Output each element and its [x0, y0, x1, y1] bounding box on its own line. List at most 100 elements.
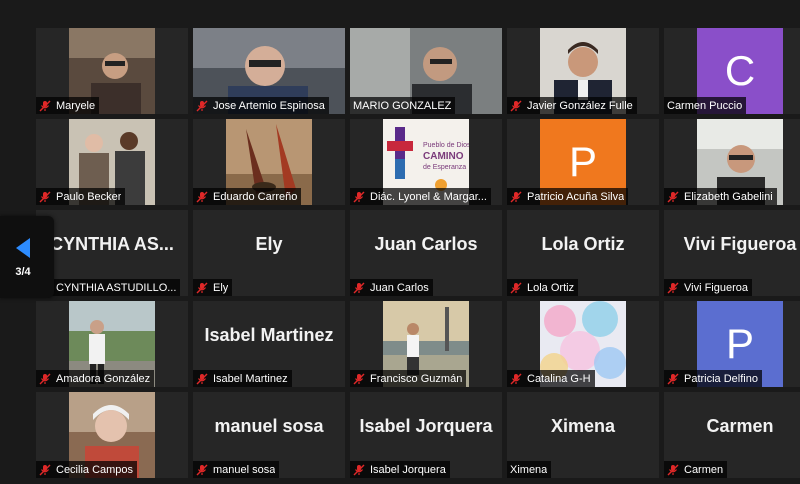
participant-name-bar: MARIO GONZALEZ: [350, 97, 456, 114]
participant-tile-9[interactable]: Elizabeth Gabelini: [664, 119, 800, 205]
mic-muted-icon: [667, 191, 679, 202]
mic-muted-icon: [353, 282, 365, 293]
participant-name-bar: Diác. Lyonel & Margar...: [350, 188, 491, 205]
participant-name: Elizabeth Gabelini: [684, 190, 773, 203]
mic-muted-icon: [667, 282, 679, 293]
participant-name-bar: Isabel Martinez: [193, 370, 292, 387]
participant-tile-4[interactable]: C Carmen Puccio: [664, 28, 800, 114]
mic-muted-icon: [510, 282, 522, 293]
participant-tile-24[interactable]: Carmen Carmen: [664, 392, 800, 478]
participant-tile-1[interactable]: Jose Artemio Espinosa: [193, 28, 345, 114]
participant-name-bar: CYNTHIA ASTUDILLO...: [36, 279, 181, 296]
participant-name: Javier González Fulle: [527, 99, 633, 112]
participant-tile-10[interactable]: CYNTHIA AS... CYNTHIA ASTUDILLO...: [36, 210, 188, 296]
page-indicator: 3/4: [15, 266, 31, 278]
participant-name-bar: Patricia Delfino: [664, 370, 762, 387]
participant-name: Ximena: [510, 463, 548, 476]
arrow-left-icon: [16, 238, 30, 258]
participant-name: Diác. Lyonel & Margar...: [370, 190, 487, 203]
participant-tile-13[interactable]: Lola Ortiz Lola Ortiz: [507, 210, 659, 296]
participant-name: MARIO GONZALEZ: [353, 99, 452, 112]
participant-display-name: Ximena: [550, 415, 616, 436]
avatar-initial: C: [724, 47, 756, 94]
participant-name-bar: Ximena: [507, 461, 552, 478]
participant-name-bar: Isabel Jorquera: [350, 461, 450, 478]
svg-text:Pueblo de Dios: Pueblo de Dios: [423, 142, 469, 149]
participant-name: Isabel Jorquera: [370, 463, 446, 476]
participant-name-bar: Paulo Becker: [36, 188, 126, 205]
mic-muted-icon: [353, 191, 365, 202]
mic-muted-icon: [510, 373, 522, 384]
participant-name-bar: Jose Artemio Espinosa: [193, 97, 329, 114]
participant-name-bar: Elizabeth Gabelini: [664, 188, 777, 205]
participant-name: Amadora González: [56, 372, 151, 385]
participant-name-bar: Catalina G-H: [507, 370, 595, 387]
participant-tile-6[interactable]: Eduardo Carreño: [193, 119, 345, 205]
participant-tile-0[interactable]: Maryele: [36, 28, 188, 114]
participant-tile-16[interactable]: Isabel Martinez Isabel Martinez: [193, 301, 345, 387]
participant-tile-12[interactable]: Juan Carlos Juan Carlos: [350, 210, 502, 296]
mic-muted-icon: [353, 373, 365, 384]
mic-muted-icon: [196, 100, 208, 111]
mic-muted-icon: [353, 464, 365, 475]
participant-display-name: Juan Carlos: [374, 233, 478, 254]
mic-muted-icon: [39, 100, 51, 111]
participant-tile-19[interactable]: P Patricia Delfino: [664, 301, 800, 387]
participant-tile-11[interactable]: Ely Ely: [193, 210, 345, 296]
participant-name: Juan Carlos: [370, 281, 429, 294]
participant-tile-17[interactable]: Francisco Guzmán: [350, 301, 502, 387]
participant-name: Ely: [213, 281, 229, 294]
mic-muted-icon: [510, 191, 522, 202]
participant-name-bar: Lola Ortiz: [507, 279, 579, 296]
mic-muted-icon: [667, 373, 679, 384]
participant-name: Jose Artemio Espinosa: [213, 99, 325, 112]
participant-name: Vivi Figueroa: [684, 281, 748, 294]
participant-tile-7[interactable]: Pueblo de Dios CAMINO de Esperanza Diác.…: [350, 119, 502, 205]
participant-name-bar: Vivi Figueroa: [664, 279, 752, 296]
participant-name-bar: Eduardo Carreño: [193, 188, 302, 205]
participant-tile-23[interactable]: Ximena Ximena: [507, 392, 659, 478]
participant-name: Carmen: [684, 463, 724, 476]
mic-muted-icon: [39, 191, 51, 202]
svg-text:de Esperanza: de Esperanza: [423, 164, 466, 171]
participant-name: Isabel Martinez: [213, 372, 288, 385]
mic-muted-icon: [196, 191, 208, 202]
svg-text:CAMINO: CAMINO: [423, 151, 464, 162]
participant-display-name: Vivi Figueroa: [683, 233, 797, 254]
participant-name-bar: Cecilia Campos: [36, 461, 138, 478]
participant-tile-3[interactable]: Javier González Fulle: [507, 28, 659, 114]
participant-display-name: CYNTHIA AS...: [50, 233, 174, 254]
mic-muted-icon: [196, 282, 208, 293]
participant-name: Catalina G-H: [527, 372, 591, 385]
gallery-grid: Maryele Jose Artemio Espinosa MARIO GONZ…: [36, 28, 800, 478]
participant-tile-18[interactable]: Catalina G-H: [507, 301, 659, 387]
participant-name-bar: Juan Carlos: [350, 279, 433, 296]
participant-name: CYNTHIA ASTUDILLO...: [56, 281, 177, 294]
participant-name: manuel sosa: [213, 463, 276, 476]
participant-tile-5[interactable]: Paulo Becker: [36, 119, 188, 205]
participant-tile-14[interactable]: Vivi Figueroa Vivi Figueroa: [664, 210, 800, 296]
participant-tile-15[interactable]: Amadora González: [36, 301, 188, 387]
participant-display-name: Isabel Martinez: [204, 324, 334, 345]
participant-tile-8[interactable]: P Patricio Acuña Silva: [507, 119, 659, 205]
mic-muted-icon: [196, 464, 208, 475]
participant-tile-21[interactable]: manuel sosa manuel sosa: [193, 392, 345, 478]
participant-name-bar: Ely: [193, 279, 233, 296]
participant-name: Paulo Becker: [56, 190, 122, 203]
participant-name: Lola Ortiz: [527, 281, 575, 294]
participant-display-name: Carmen: [706, 415, 774, 436]
avatar-initial: P: [568, 138, 597, 185]
participant-name: Patricio Acuña Silva: [527, 190, 625, 203]
mic-muted-icon: [667, 464, 679, 475]
participant-tile-2[interactable]: MARIO GONZALEZ: [350, 28, 502, 114]
participant-name-bar: Javier González Fulle: [507, 97, 637, 114]
participant-name: Maryele: [56, 99, 96, 112]
participant-name: Patricia Delfino: [684, 372, 758, 385]
participant-display-name: Lola Ortiz: [541, 233, 625, 254]
participant-name-bar: Carmen: [664, 461, 728, 478]
participant-name-bar: manuel sosa: [193, 461, 280, 478]
previous-page-button[interactable]: 3/4: [0, 216, 54, 298]
participant-tile-22[interactable]: Isabel Jorquera Isabel Jorquera: [350, 392, 502, 478]
participant-tile-20[interactable]: Cecilia Campos: [36, 392, 188, 478]
mic-muted-icon: [39, 464, 51, 475]
